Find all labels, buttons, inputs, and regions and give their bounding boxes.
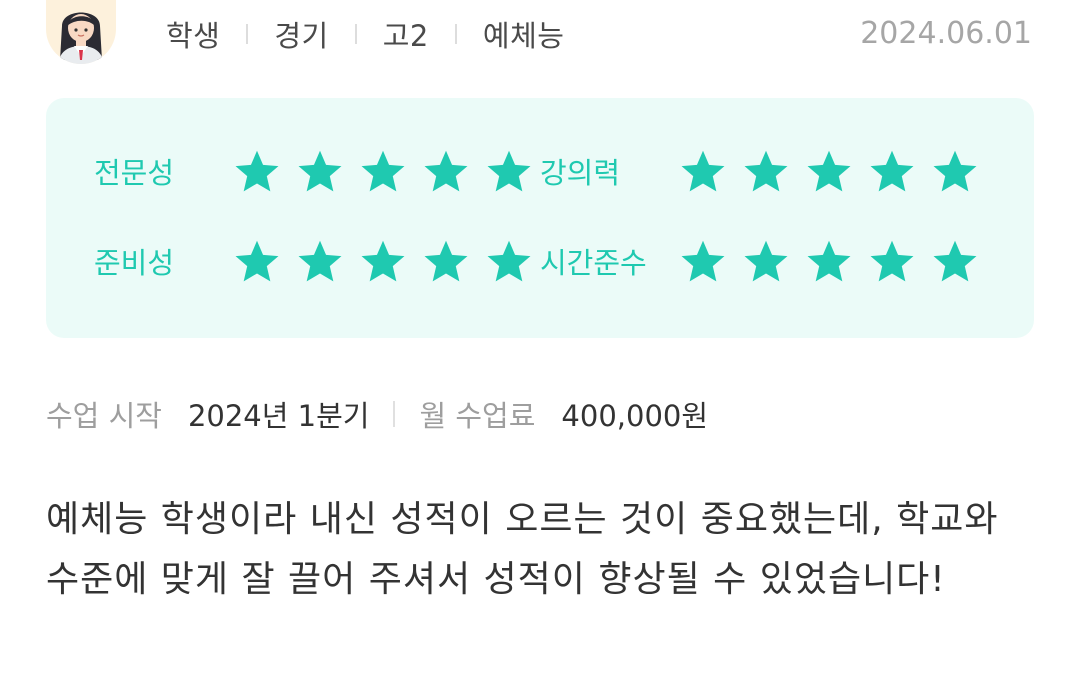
monthly-fee-label: 월 수업료 [419,399,536,433]
review-date: 2024.06.01 [860,16,1032,51]
star-filled-icon [295,147,345,197]
rating-label-expertise: 전문성 [94,156,175,190]
rating-stars-punctuality [678,237,993,287]
lesson-info: 수업 시작 2024년 1분기 월 수업료 400,000원 [46,392,708,436]
meta-divider [354,24,357,44]
rating-label-preparation: 준비성 [94,246,175,280]
meta-divider [246,24,249,44]
info-divider [393,401,396,427]
star-filled-icon [804,147,854,197]
review-header: 학생 경기 고2 예체능 2024.06.01 [0,0,1080,72]
student-girl-avatar-icon [46,0,116,64]
star-filled-icon [678,147,728,197]
student-meta: 학생 경기 고2 예체능 [166,14,564,54]
star-filled-icon [232,237,282,287]
rating-label-teaching: 강의력 [540,156,621,190]
student-avatar [46,0,116,64]
rating-stars-expertise [232,147,547,197]
star-filled-icon [930,237,980,287]
meta-divider [454,24,457,44]
rating-stars-preparation [232,237,547,287]
lesson-start-label: 수업 시작 [46,399,162,433]
star-filled-icon [930,147,980,197]
star-filled-icon [295,237,345,287]
student-region: 경기 [274,19,329,53]
student-type: 학생 [166,19,221,53]
star-filled-icon [741,147,791,197]
review-text: 예체능 학생이라 내신 성적이 오르는 것이 중요했는데, 학교와 수준에 맞게… [46,499,999,600]
rating-card: 전문성 강의력 준비성 시간준수 [46,98,1034,338]
star-filled-icon [867,237,917,287]
star-filled-icon [484,237,534,287]
star-filled-icon [421,237,471,287]
lesson-start-value: 2024년 1분기 [187,399,370,433]
student-track: 예체능 [482,19,565,53]
star-filled-icon [867,147,917,197]
star-filled-icon [804,237,854,287]
star-filled-icon [484,147,534,197]
star-filled-icon [358,147,408,197]
rating-stars-teaching [678,147,993,197]
star-filled-icon [678,237,728,287]
star-filled-icon [421,147,471,197]
star-filled-icon [741,237,791,287]
student-grade: 고2 [382,19,429,53]
rating-label-punctuality: 시간준수 [540,246,647,280]
monthly-fee-value: 400,000원 [561,399,709,433]
star-filled-icon [358,237,408,287]
rating-row: 준비성 시간준수 [46,233,1034,293]
star-filled-icon [232,147,282,197]
rating-row: 전문성 강의력 [46,143,1034,203]
